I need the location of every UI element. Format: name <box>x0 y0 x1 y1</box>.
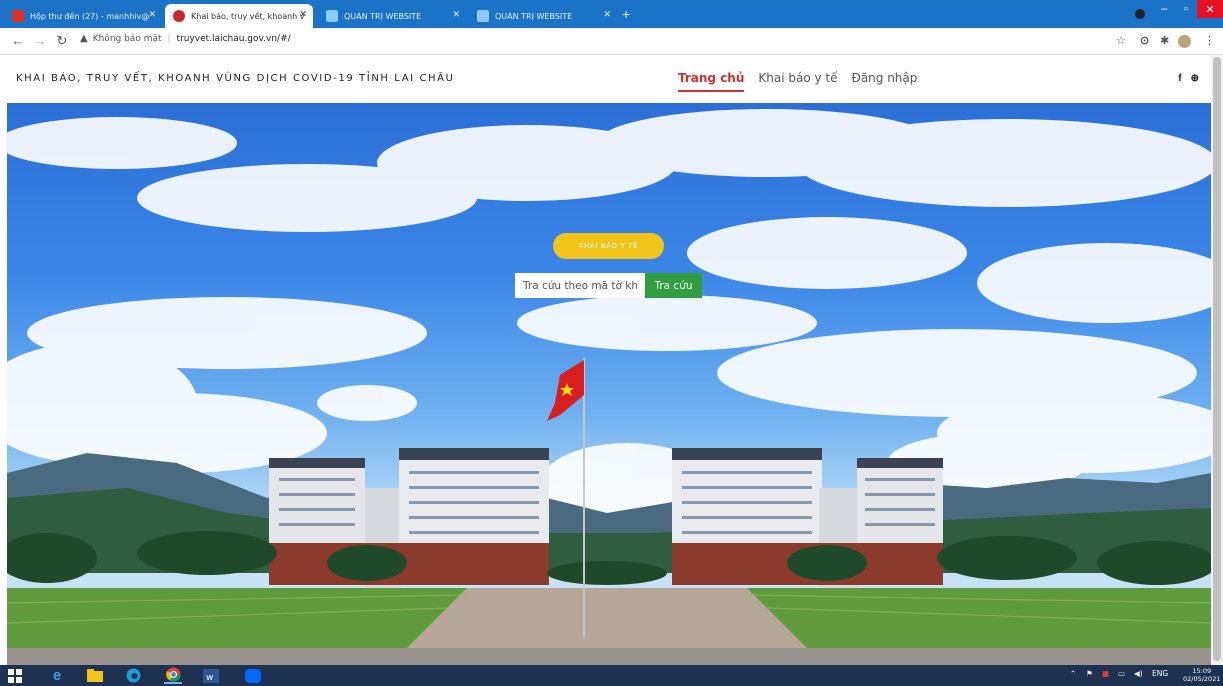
reload-icon[interactable]: ↻ <box>54 33 70 49</box>
site-header: KHAI BÁO, TRUY VẾT, KHOANH VÙNG DỊCH COV… <box>0 55 1211 103</box>
tab-label: Hộp thư đến (27) - manhhiv@gm <box>30 11 150 21</box>
svg-text:w: w <box>206 673 213 683</box>
volume-icon[interactable]: ◀) <box>1134 669 1143 678</box>
url-text[interactable]: truyvet.laichau.gov.vn/#/ <box>177 34 291 44</box>
system-clock[interactable]: 15:09 02/05/2021 <box>1183 667 1220 683</box>
window-close-icon[interactable]: ✕ <box>1197 0 1223 18</box>
word-icon[interactable]: w <box>202 667 220 684</box>
clock-time: 15:09 <box>1192 667 1212 675</box>
puzzle-extensions-icon[interactable]: ✱ <box>1160 34 1169 47</box>
tray-chevron-icon[interactable]: ⌃ <box>1070 669 1076 678</box>
lookup-button[interactable]: Tra cứu <box>645 273 702 298</box>
plaza-walkway <box>407 588 807 648</box>
tab-label: QUẢN TRỊ WEBSITE <box>495 11 573 21</box>
gmail-favicon-icon <box>12 10 24 22</box>
back-icon[interactable]: ← <box>10 33 26 48</box>
bookmark-star-icon[interactable]: ☆ <box>1116 34 1126 47</box>
tab-label: Khai báo, truy vết, khoanh vùng <box>191 11 305 21</box>
nav-item-health-declaration[interactable]: Khai báo y tế <box>758 71 837 92</box>
road <box>7 648 1211 665</box>
menu-kebab-icon[interactable]: ⋮ <box>1204 34 1215 47</box>
browser-tab-gmail[interactable]: Hộp thư đến (27) - manhhiv@gm ✕ <box>4 4 162 28</box>
tray-antivirus-icon[interactable]: ■ <box>1102 669 1109 678</box>
globe-icon[interactable]: ⊕ <box>1191 73 1199 84</box>
edge-icon[interactable] <box>124 667 142 684</box>
hero-background-photo <box>7 109 1211 665</box>
nav-item-home[interactable]: Trang chủ <box>678 71 745 92</box>
site-title[interactable]: KHAI BÁO, TRUY VẾT, KHOANH VÙNG DỊCH COV… <box>16 73 455 84</box>
tab-label: QUẢN TRỊ WEBSITE <box>344 11 422 21</box>
zalo-icon[interactable] <box>244 667 262 684</box>
main-nav: Trang chủ Khai báo y tế Đăng nhập <box>678 71 917 92</box>
page-favicon-icon <box>326 10 338 22</box>
language-indicator[interactable]: ENG <box>1152 669 1168 678</box>
chrome-icon[interactable] <box>164 667 182 684</box>
tray-flag-icon[interactable]: ⚑ <box>1086 669 1093 678</box>
tab-close-icon[interactable]: ✕ <box>299 10 307 20</box>
browser-toolbar: ← → ↻ ▲ Không bảo mật | truyvet.laichau.… <box>0 28 1223 55</box>
browser-tab-admin-1[interactable]: QUẢN TRỊ WEBSITE ✕ <box>318 4 466 28</box>
profile-icon[interactable] <box>1135 9 1145 19</box>
scrollbar-thumb[interactable] <box>1213 57 1221 661</box>
lookup-form: Tra cứu <box>515 273 702 298</box>
address-bar[interactable]: ▲ Không bảo mật | truyvet.laichau.gov.vn… <box>80 33 291 44</box>
windows-taskbar: e w ⌃ ⚑ ■ ▭ ◀) ENG 15:09 02/05/2021 <box>0 665 1223 686</box>
new-tab-icon[interactable]: + <box>622 6 630 22</box>
file-explorer-icon[interactable] <box>86 667 104 684</box>
extension-icon[interactable]: ⊙ <box>1140 34 1149 47</box>
omnibox-divider: | <box>167 33 171 44</box>
browser-tab-admin-2[interactable]: QUẢN TRỊ WEBSITE ✕ <box>469 4 617 28</box>
browser-tab-strip: Hộp thư đến (27) - manhhiv@gm ✕ Khai báo… <box>0 0 1223 28</box>
security-label[interactable]: Không bảo mật <box>93 34 162 44</box>
tab-close-icon[interactable]: ✕ <box>452 10 460 20</box>
tab-close-icon[interactable]: ✕ <box>603 10 611 20</box>
social-links: f ⊕ <box>1178 73 1199 84</box>
page-scrollbar[interactable] <box>1211 55 1223 665</box>
page-favicon-icon <box>477 10 489 22</box>
left-building <box>269 448 549 588</box>
forward-icon[interactable]: → <box>32 33 48 48</box>
browser-tab-active[interactable]: Khai báo, truy vết, khoanh vùng ✕ <box>165 4 313 28</box>
windows-start-icon[interactable] <box>6 667 24 684</box>
health-declaration-button[interactable]: KHAI BÁO Y TẾ <box>553 233 664 259</box>
internet-explorer-icon[interactable]: e <box>48 667 66 684</box>
network-icon[interactable]: ▭ <box>1118 669 1125 678</box>
clock-date: 02/05/2021 <box>1183 675 1221 683</box>
avatar[interactable] <box>1178 35 1191 48</box>
declaration-code-input[interactable] <box>515 273 645 298</box>
tab-close-icon[interactable]: ✕ <box>148 10 156 20</box>
not-secure-icon[interactable]: ▲ <box>80 33 88 44</box>
maximize-icon[interactable]: ▫ <box>1175 0 1197 18</box>
minimize-icon[interactable]: – <box>1153 0 1175 18</box>
hero-banner: KHAI BÁO Y TẾ Tra cứu <box>7 103 1211 665</box>
facebook-icon[interactable]: f <box>1178 73 1181 84</box>
nav-item-login[interactable]: Đăng nhập <box>852 71 918 92</box>
site-favicon-icon <box>173 10 185 22</box>
